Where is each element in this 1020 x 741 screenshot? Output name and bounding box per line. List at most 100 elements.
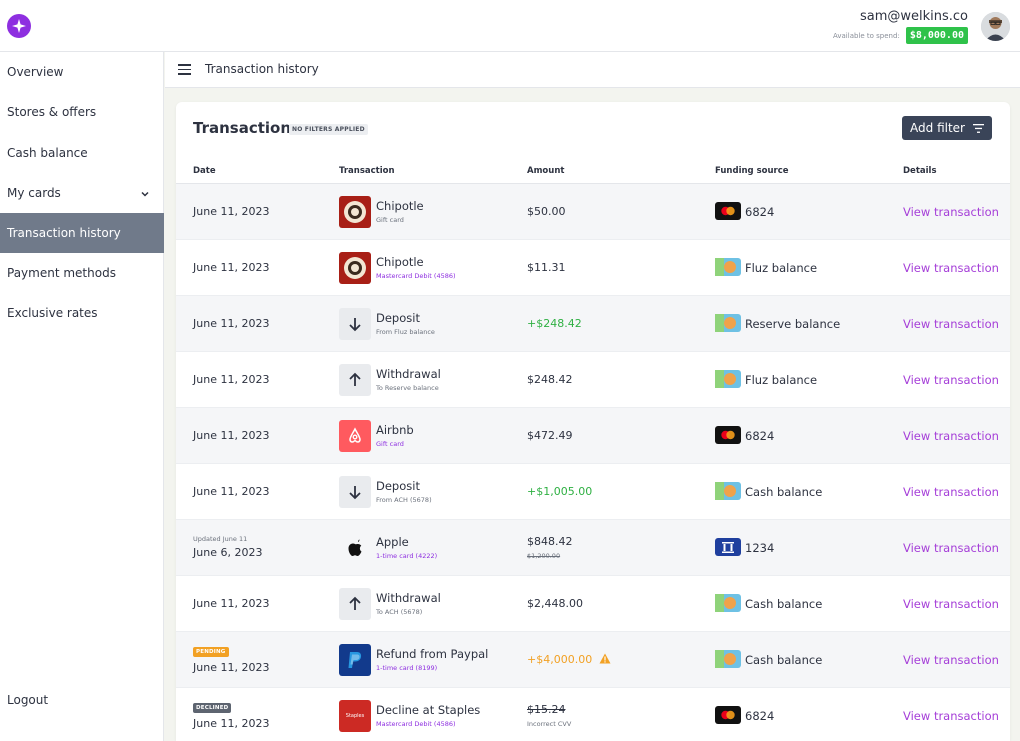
reserve-balance-icon [715,314,741,332]
view-transaction-link[interactable]: View transaction [903,709,999,723]
view-transaction-link[interactable]: View transaction [903,653,999,667]
original-amount: $1,200.00 [527,552,561,560]
transaction-subtitle: From Fluz balance [376,328,435,336]
transaction-subtitle: Mastercard Debit (4586) [376,272,456,280]
transaction-subtitle: Mastercard Debit (4586) [376,720,456,728]
logout-link[interactable]: Logout [0,680,164,720]
transaction-subtitle: To ACH (5678) [376,608,423,616]
table-row[interactable]: June 11, 2023 Withdrawal To Reserve bala… [176,352,1010,408]
transaction-name: Decline at Staples [376,703,481,717]
transaction-date: June 11, 2023 [193,597,270,610]
chevron-down-icon[interactable] [140,173,150,213]
view-transaction-link[interactable]: View transaction [903,597,999,611]
status-badge: DECLINED [193,703,232,713]
column-header-amount[interactable]: Amount [527,166,564,176]
column-header-details[interactable]: Details [903,166,937,176]
mastercard-icon [715,706,741,724]
funding-source: Fluz balance [745,261,818,275]
amount-value: +$4,000.00 [527,653,593,666]
user-avatar[interactable] [981,12,1010,41]
funding-source: Cash balance [745,485,823,499]
table-row[interactable]: Updated June 11 June 6, 2023 Apple 1-tim… [176,520,1010,576]
table-row[interactable]: June 11, 2023 Airbnb Gift card $472.49 6… [176,408,1010,464]
warning-icon[interactable] [599,653,611,664]
table-row[interactable]: PENDING June 11, 2023 Refund from Paypal… [176,632,1010,688]
airbnb-logo-icon [339,420,371,452]
column-header-funding-source[interactable]: Funding source [715,166,789,176]
view-transaction-link[interactable]: View transaction [903,205,999,219]
transaction-amount: $472.49 [527,429,573,442]
sidebar-item-stores-offers[interactable]: Stores & offers [0,92,164,132]
table-row[interactable]: June 11, 2023 Deposit From Fluz balance … [176,296,1010,352]
sidebar-item-payment-methods[interactable]: Payment methods [0,253,164,293]
add-filter-button[interactable]: Add filter [902,116,992,140]
cash-balance-icon [715,650,741,668]
funding-source: Reserve balance [745,317,841,331]
transaction-date-note: Updated June 11 [193,535,248,543]
arrow-up-icon [339,588,371,620]
transaction-date: June 11, 2023 [193,373,270,386]
fluz-logo-icon[interactable] [7,14,31,38]
filter-status-badge: NO FILTERS APPLIED [289,124,368,135]
page-title: Transactions [193,119,300,137]
transaction-amount: +$4,000.00 [527,653,611,666]
status-badge: PENDING [193,647,229,657]
arrow-down-icon [339,476,371,508]
transaction-date: June 11, 2023 [193,261,270,274]
transaction-name: Deposit [376,311,420,325]
sidebar-item-label: Transaction history [7,226,121,240]
hamburger-menu-icon[interactable] [178,64,191,75]
arrow-down-icon [339,308,371,340]
view-transaction-link[interactable]: View transaction [903,485,999,499]
transaction-date: June 11, 2023 [193,717,270,730]
sidebar-item-cash-balance[interactable]: Cash balance [0,133,164,173]
funding-source: 6824 [745,429,775,443]
sidebar-item-my-cards[interactable]: My cards [0,173,164,213]
transaction-date: June 6, 2023 [193,546,263,559]
logout-label: Logout [7,693,49,707]
fluz-balance-icon [715,258,741,276]
view-transaction-link[interactable]: View transaction [903,541,999,555]
view-transaction-link[interactable]: View transaction [903,261,999,275]
sidebar-item-transaction-history[interactable]: Transaction history [0,213,164,253]
transaction-subtitle: Gift card [376,216,404,224]
transaction-amount: $2,448.00 [527,597,583,610]
table-row[interactable]: June 11, 2023 Withdrawal To ACH (5678) $… [176,576,1010,632]
cash-balance-icon [715,594,741,612]
transaction-amount: $848.42 [527,535,573,548]
table-row[interactable]: June 11, 2023 Chipotle Mastercard Debit … [176,240,1010,296]
transaction-amount: +$248.42 [527,317,582,330]
view-transaction-link[interactable]: View transaction [903,373,999,387]
transaction-name: Airbnb [376,423,414,437]
sidebar-item-overview[interactable]: Overview [0,52,164,92]
staples-logo-text: Staples [345,713,365,719]
breadcrumb: Transaction history [205,62,319,76]
table-row[interactable]: DECLINED June 11, 2023 Staples Decline a… [176,688,1010,741]
column-header-date[interactable]: Date [193,166,216,176]
transaction-name: Chipotle [376,199,424,213]
transaction-subtitle: From ACH (5678) [376,496,432,504]
transaction-name: Refund from Paypal [376,647,489,661]
transaction-amount: $15.24 [527,703,566,716]
transaction-name: Chipotle [376,255,424,269]
transaction-amount: $11.31 [527,261,566,274]
transaction-subtitle: Gift card [376,440,404,448]
fluz-balance-icon [715,370,741,388]
transactions-card: Transactions NO FILTERS APPLIED Add filt… [176,102,1010,741]
sidebar-item-exclusive-rates[interactable]: Exclusive rates [0,293,164,333]
spend-label: Available to spend: [833,31,900,40]
table-row[interactable]: June 11, 2023 Chipotle Gift card $50.00 … [176,184,1010,240]
arrow-up-icon [339,364,371,396]
transaction-date: June 11, 2023 [193,429,270,442]
funding-source: 6824 [745,205,775,219]
view-transaction-link[interactable]: View transaction [903,429,999,443]
user-email: sam@welkins.co [859,9,968,24]
view-transaction-link[interactable]: View transaction [903,317,999,331]
column-header-transaction[interactable]: Transaction [339,166,395,176]
spend-amount: $8,000.00 [905,27,968,44]
table-row[interactable]: June 11, 2023 Deposit From ACH (5678) +$… [176,464,1010,520]
transaction-amount: $248.42 [527,373,573,386]
transaction-name: Withdrawal [376,367,441,381]
chipotle-logo-icon [339,196,371,228]
sidebar-item-label: Payment methods [7,266,116,280]
